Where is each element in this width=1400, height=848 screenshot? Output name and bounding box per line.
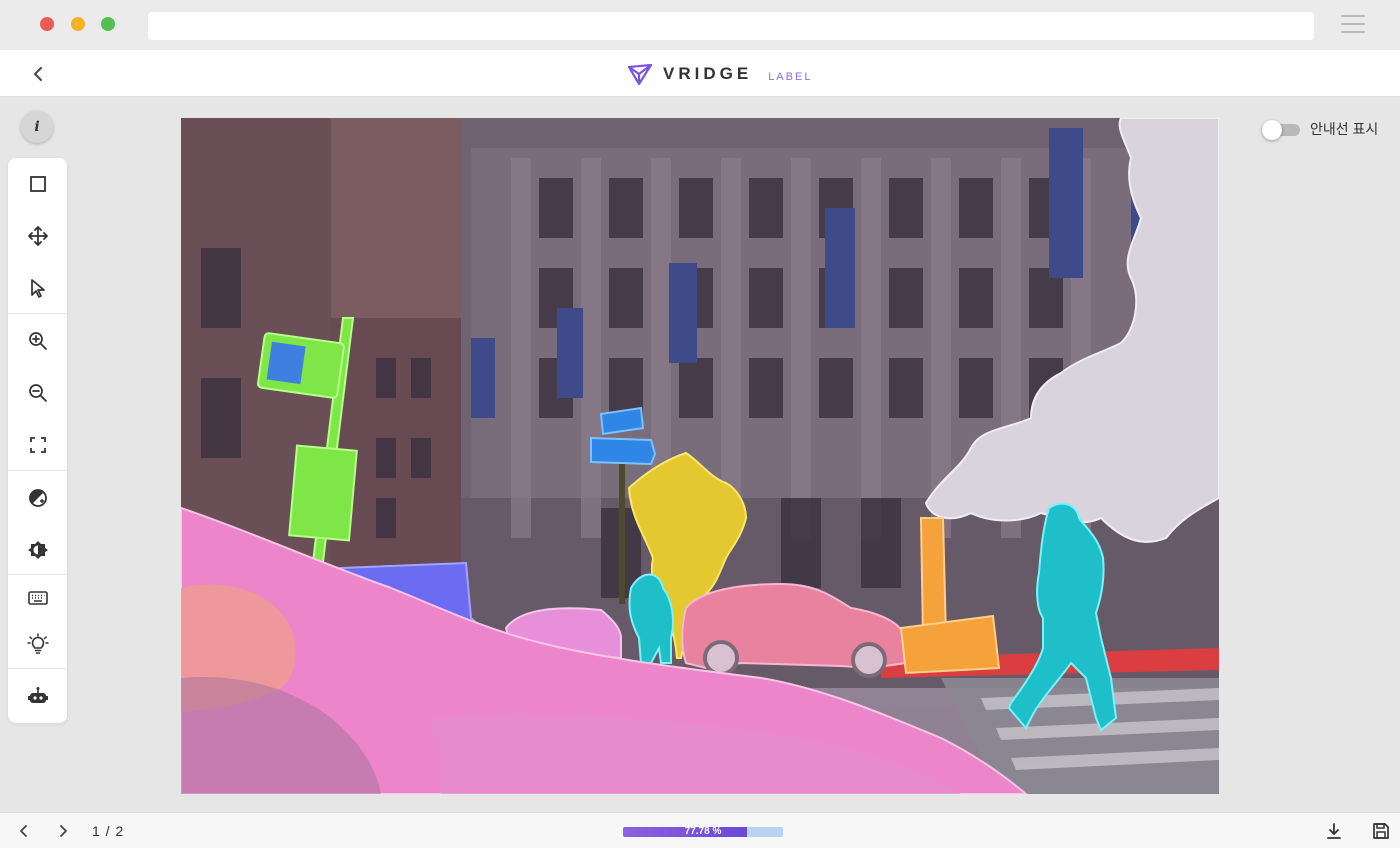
zoom-in-icon — [28, 332, 47, 350]
robot-icon — [27, 687, 48, 703]
progress-label: 77.78 % — [684, 827, 722, 837]
annotation-canvas[interactable] — [181, 118, 1219, 794]
maximize-window-button[interactable] — [101, 17, 115, 31]
close-window-button[interactable] — [40, 17, 54, 31]
brightness-tool[interactable] — [8, 530, 67, 570]
bounding-box-tool[interactable] — [8, 164, 67, 204]
chevron-left-icon — [34, 67, 42, 81]
brand-subtitle: LABEL — [768, 71, 813, 83]
keyboard-shortcuts-tool[interactable] — [8, 578, 67, 618]
page-indicator: 1 / 2 — [92, 823, 125, 839]
window-titlebar — [0, 0, 1400, 50]
zoom-in-tool[interactable] — [8, 321, 67, 361]
guide-label: 안내선 표시 — [1310, 121, 1379, 137]
move-arrows-icon — [27, 226, 48, 246]
contrast-tool[interactable] — [8, 478, 67, 518]
cursor-pointer-icon — [30, 279, 45, 298]
square-icon — [29, 176, 46, 192]
address-bar[interactable] — [148, 12, 1314, 40]
hamburger-menu-icon[interactable] — [1341, 15, 1365, 35]
chevron-left-icon — [20, 825, 27, 837]
brand-name: VRIDGE — [663, 64, 753, 83]
minimize-window-button[interactable] — [71, 17, 85, 31]
contrast-icon — [28, 489, 47, 507]
hint-tool[interactable] — [8, 624, 67, 664]
auto-label-tool[interactable] — [8, 676, 67, 716]
guide-toggle[interactable]: 안내선 표시 — [1262, 119, 1379, 140]
vridge-logo-icon — [627, 63, 653, 86]
keyboard-icon — [27, 591, 48, 605]
guide-switch[interactable] — [1262, 120, 1302, 140]
tool-palette — [8, 158, 67, 723]
sign-mask — [288, 444, 358, 542]
move-tool[interactable] — [8, 216, 67, 256]
app-header: VRIDGE LABEL — [0, 50, 1400, 97]
back-button[interactable] — [26, 62, 50, 86]
download-button[interactable] — [1324, 821, 1344, 841]
download-icon — [1327, 823, 1341, 839]
prev-page-button[interactable] — [14, 821, 34, 841]
fullscreen-icon — [29, 437, 46, 453]
workspace: i 안내선 표시 — [0, 97, 1400, 812]
segmented-street-image — [181, 118, 1219, 794]
floppy-disk-icon — [1373, 823, 1389, 839]
progress-bar: 77.78 % — [623, 827, 783, 837]
zoom-out-icon — [28, 384, 47, 402]
app-logo: VRIDGE LABEL — [627, 62, 812, 86]
next-page-button[interactable] — [53, 821, 73, 841]
traffic-cone-mask — [919, 517, 948, 639]
select-tool[interactable] — [8, 268, 67, 308]
chevron-right-icon — [60, 825, 67, 837]
zoom-out-tool[interactable] — [8, 373, 67, 413]
info-button[interactable]: i — [21, 111, 53, 143]
fit-screen-tool[interactable] — [8, 425, 67, 465]
traffic-sign-mask-2 — [590, 436, 657, 466]
brightness-icon — [27, 541, 48, 559]
save-button[interactable] — [1371, 821, 1391, 841]
footer-bar: 1 / 2 77.78 % — [0, 812, 1400, 848]
lightbulb-icon — [26, 633, 49, 654]
